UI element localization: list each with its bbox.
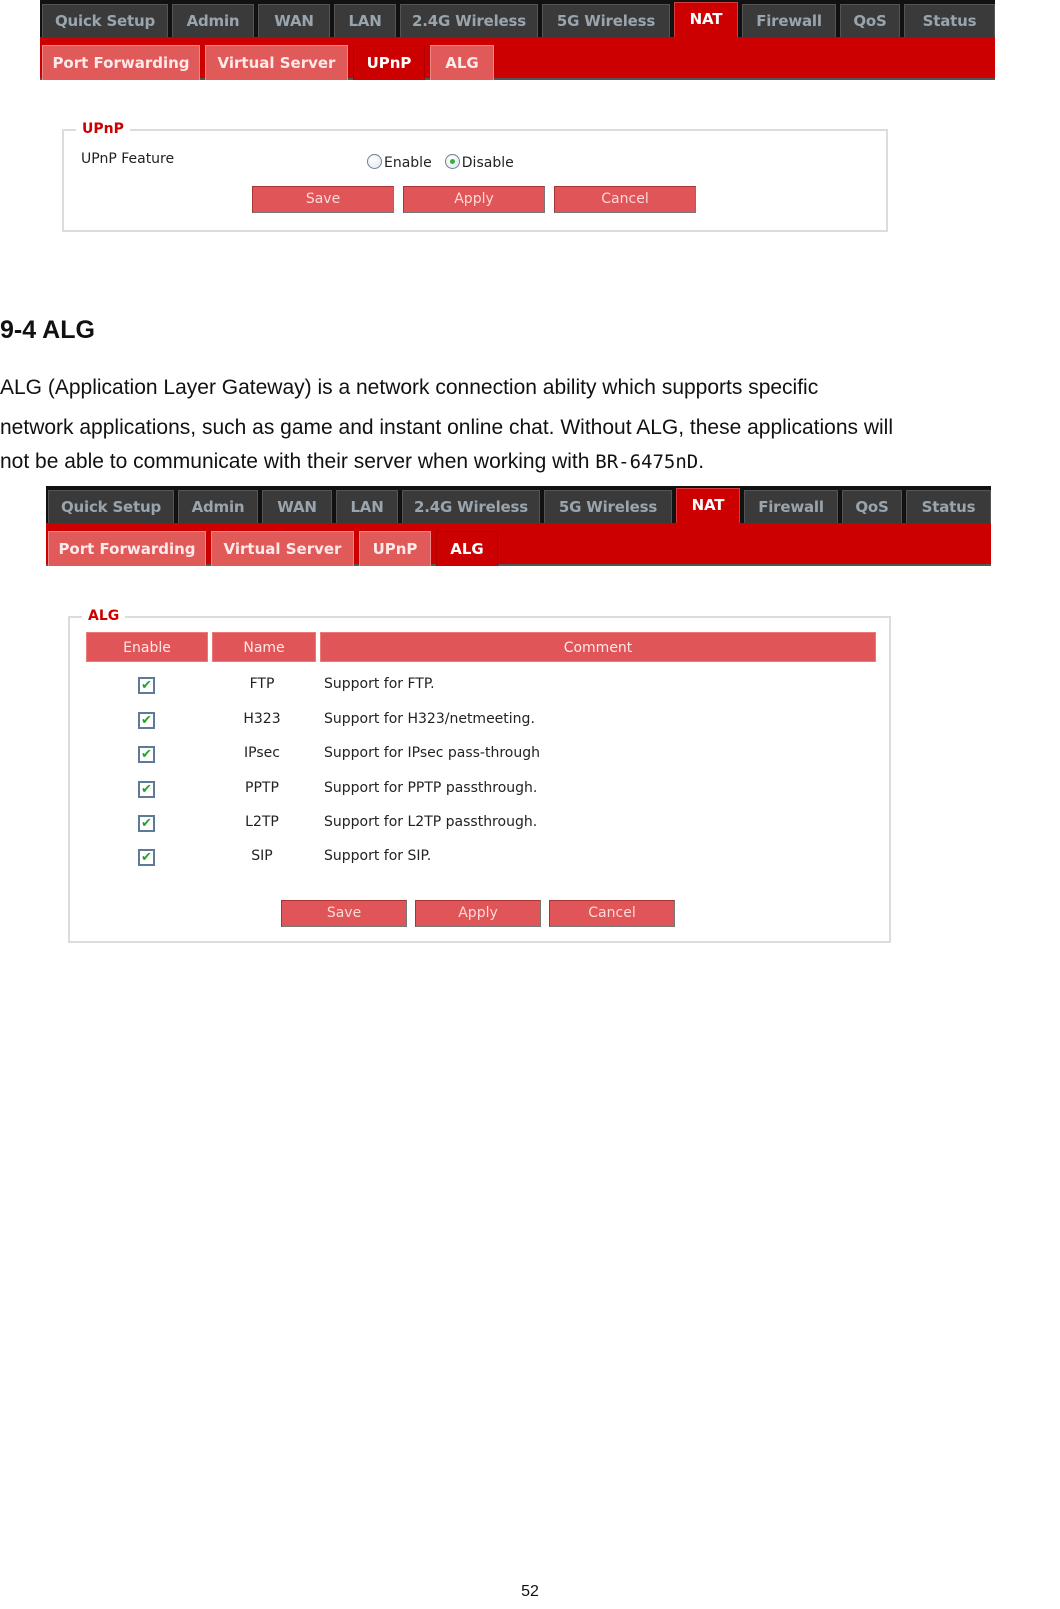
upnp-feature-options: Enable Disable xyxy=(367,152,522,171)
save-button[interactable]: Save xyxy=(281,900,407,927)
save-button[interactable]: Save xyxy=(252,186,394,213)
subtab-port-forwarding[interactable]: Port Forwarding xyxy=(48,531,206,566)
row-name: IPsec xyxy=(244,745,280,761)
row-comment: Support for H323/netmeeting. xyxy=(324,711,535,727)
upnp-fieldset: UPnP UPnP Feature Enable Disable Save Ap… xyxy=(62,121,888,232)
row-comment: Support for IPsec pass-through xyxy=(324,745,540,761)
tab-nat[interactable]: NAT xyxy=(676,488,740,525)
tab-lan[interactable]: LAN xyxy=(334,4,396,37)
row-name: FTP xyxy=(249,676,275,692)
tab-qos[interactable]: QoS xyxy=(840,4,900,37)
column-header-name: Name xyxy=(212,632,316,662)
main-nav: Quick Setup Admin WAN LAN 2.4G Wireless … xyxy=(40,0,995,39)
tab-wan[interactable]: WAN xyxy=(258,4,330,37)
tab-nat[interactable]: NAT xyxy=(674,2,738,39)
page-number: 52 xyxy=(521,1583,539,1600)
model-name: BR-6475nD xyxy=(595,451,699,473)
paragraph-line-3-text: not be able to communicate with their se… xyxy=(0,450,596,473)
enable-checkbox[interactable]: ✔ xyxy=(138,677,155,694)
sub-nav: Port Forwarding Virtual Server UPnP ALG xyxy=(40,37,995,80)
paragraph-period: . xyxy=(698,450,705,473)
tab-wan[interactable]: WAN xyxy=(262,490,332,523)
row-comment: Support for FTP. xyxy=(324,676,435,692)
table-row: ✔ H323 Support for H323/netmeeting. xyxy=(70,707,889,741)
disable-radio-label: Disable xyxy=(461,155,514,171)
column-header-enable: Enable xyxy=(86,632,208,662)
disable-radio[interactable] xyxy=(444,154,460,169)
tab-5g-wireless[interactable]: 5G Wireless xyxy=(544,490,672,523)
sub-nav: Port Forwarding Virtual Server UPnP ALG xyxy=(46,523,991,566)
subtab-alg[interactable]: ALG xyxy=(430,45,494,80)
enable-checkbox[interactable]: ✔ xyxy=(138,712,155,729)
paragraph-line-3: not be able to communicate with their se… xyxy=(0,450,704,474)
tab-5g-wireless[interactable]: 5G Wireless xyxy=(542,4,670,37)
enable-checkbox[interactable]: ✔ xyxy=(138,849,155,866)
alg-fieldset: ALG Enable Name Comment ✔ FTP Support fo… xyxy=(68,608,891,943)
tab-admin[interactable]: Admin xyxy=(178,490,258,523)
tab-qos[interactable]: QoS xyxy=(842,490,902,523)
row-name: PPTP xyxy=(245,780,279,796)
subtab-upnp[interactable]: UPnP xyxy=(353,45,425,80)
cancel-button[interactable]: Cancel xyxy=(549,900,675,927)
row-comment: Support for SIP. xyxy=(324,848,432,864)
tab-24g-wireless[interactable]: 2.4G Wireless xyxy=(402,490,540,523)
table-row: ✔ IPsec Support for IPsec pass-through xyxy=(70,741,889,775)
tab-status[interactable]: Status xyxy=(904,4,995,37)
upnp-legend: UPnP xyxy=(76,121,130,137)
subtab-virtual-server[interactable]: Virtual Server xyxy=(205,45,348,80)
tab-quick-setup[interactable]: Quick Setup xyxy=(48,490,174,523)
main-nav: Quick Setup Admin WAN LAN 2.4G Wireless … xyxy=(46,486,991,525)
tab-firewall[interactable]: Firewall xyxy=(744,490,838,523)
enable-radio-label: Enable xyxy=(384,155,432,171)
tab-lan[interactable]: LAN xyxy=(336,490,398,523)
paragraph-line-1: ALG (Application Layer Gateway) is a net… xyxy=(0,376,819,399)
tab-24g-wireless[interactable]: 2.4G Wireless xyxy=(400,4,538,37)
row-name: L2TP xyxy=(245,814,279,830)
row-name: SIP xyxy=(251,848,273,864)
subtab-virtual-server[interactable]: Virtual Server xyxy=(211,531,354,566)
apply-button[interactable]: Apply xyxy=(415,900,541,927)
subtab-upnp[interactable]: UPnP xyxy=(359,531,431,566)
enable-checkbox[interactable]: ✔ xyxy=(138,746,155,763)
subtab-alg[interactable]: ALG xyxy=(436,531,498,566)
cancel-button[interactable]: Cancel xyxy=(554,186,696,213)
upnp-feature-label: UPnP Feature xyxy=(81,151,175,167)
tab-admin[interactable]: Admin xyxy=(172,4,254,37)
row-comment: Support for PPTP passthrough. xyxy=(324,780,538,796)
apply-button[interactable]: Apply xyxy=(403,186,545,213)
column-header-comment: Comment xyxy=(320,632,876,662)
paragraph-line-2: network applications, such as game and i… xyxy=(0,416,894,439)
subtab-port-forwarding[interactable]: Port Forwarding xyxy=(42,45,200,80)
enable-checkbox[interactable]: ✔ xyxy=(138,781,155,798)
enable-checkbox[interactable]: ✔ xyxy=(138,815,155,832)
row-comment: Support for L2TP passthrough. xyxy=(324,814,538,830)
alg-screenshot: Quick Setup Admin WAN LAN 2.4G Wireless … xyxy=(46,486,991,946)
tab-firewall[interactable]: Firewall xyxy=(742,4,836,37)
section-heading: 9-4 ALG xyxy=(0,316,95,344)
alg-legend: ALG xyxy=(82,608,126,624)
table-row: ✔ SIP Support for SIP. xyxy=(70,844,889,878)
tab-status[interactable]: Status xyxy=(906,490,991,523)
tab-quick-setup[interactable]: Quick Setup xyxy=(42,4,168,37)
table-row: ✔ PPTP Support for PPTP passthrough. xyxy=(70,776,889,810)
table-row: ✔ L2TP Support for L2TP passthrough. xyxy=(70,810,889,844)
enable-radio[interactable] xyxy=(367,154,382,169)
table-row: ✔ FTP Support for FTP. xyxy=(70,672,889,706)
upnp-screenshot: Quick Setup Admin WAN LAN 2.4G Wireless … xyxy=(40,0,995,240)
row-name: H323 xyxy=(243,711,281,727)
